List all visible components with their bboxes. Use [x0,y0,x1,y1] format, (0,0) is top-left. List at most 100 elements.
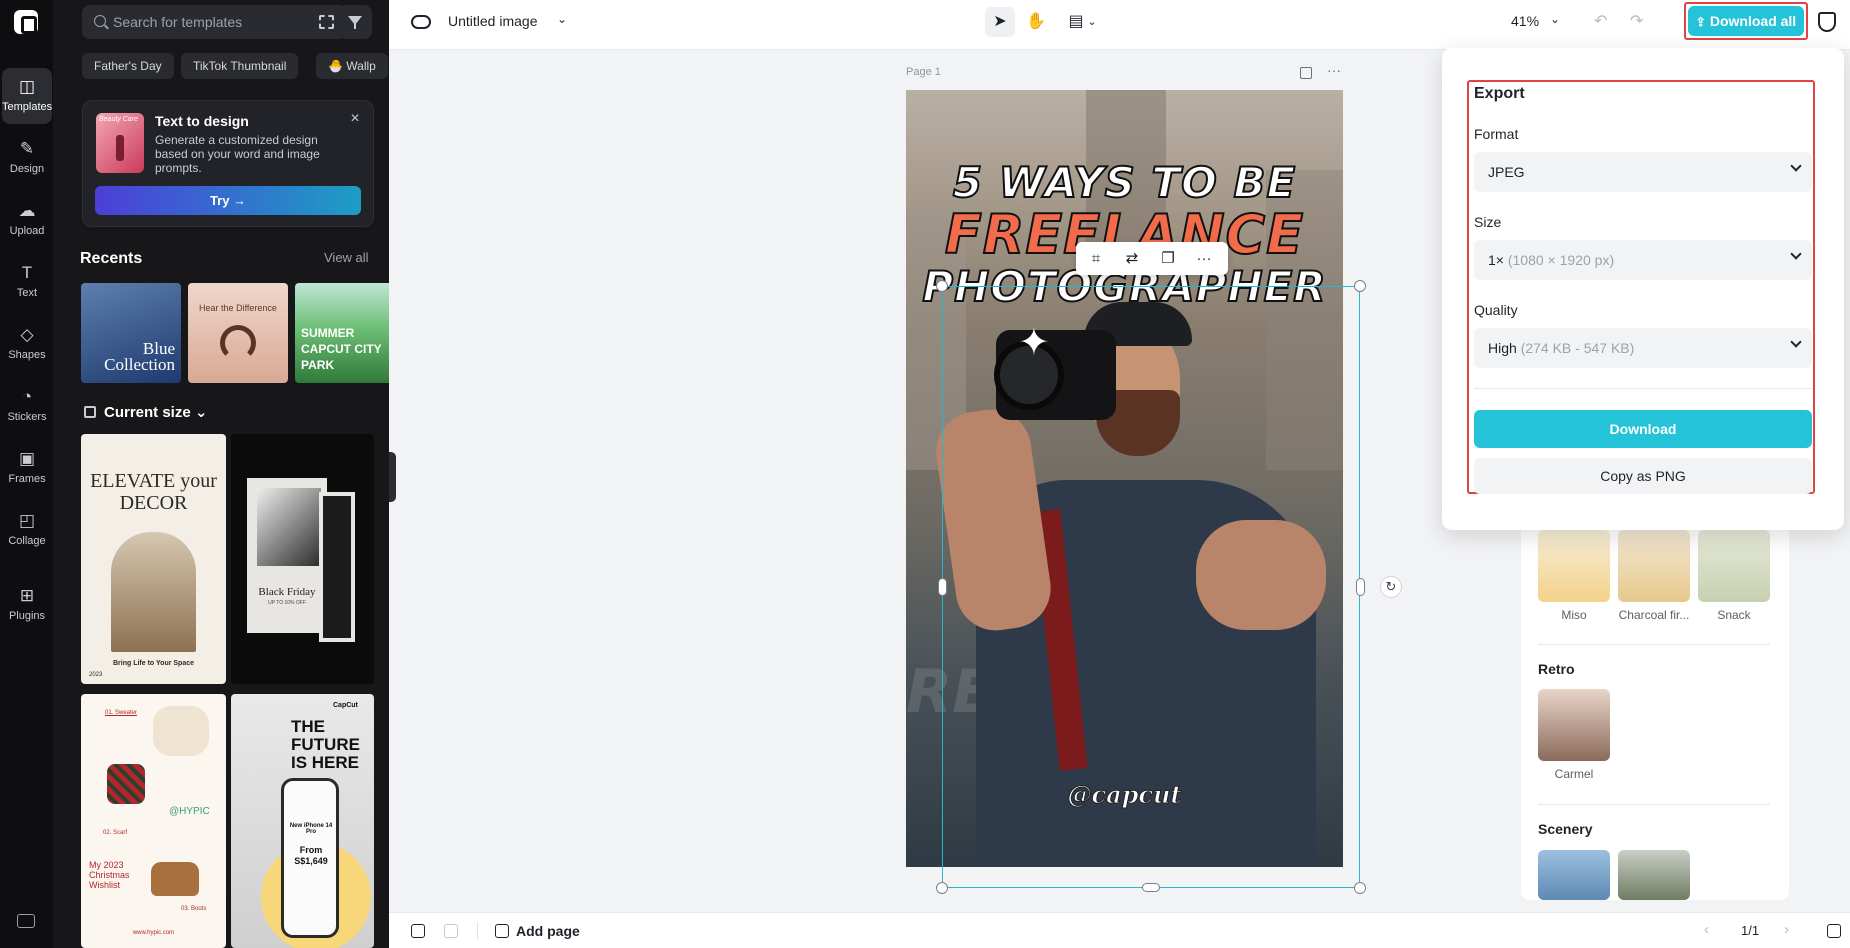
template-card[interactable]: ELEVATE your DECOR Bring Life to Your Sp… [81,434,226,684]
chevron-down-icon[interactable]: ⌄ [1550,12,1560,26]
headline-line-1[interactable]: 5 WAYS TO BE [906,157,1343,208]
rail-item-templates[interactable]: ◫ Templates [2,68,52,124]
duplicate-page-icon[interactable] [1300,67,1312,79]
try-button[interactable]: Try → [95,186,361,215]
next-page-icon[interactable]: › [1784,921,1789,938]
filter-thumbnail-scenery[interactable] [1538,850,1610,900]
filter-thumbnail-snack[interactable] [1698,530,1770,602]
top-toolbar: Untitled image ⌄ ➤ ✋ ▤ ⌄ 41% ⌄ ↶ ↷ ⇪ Down… [389,0,1850,50]
rail-item-upload[interactable]: ☁ Upload [2,192,52,248]
rail-item-collage[interactable]: ◰ Collage [2,502,52,558]
pages-panel-icon[interactable] [1827,924,1841,938]
recent-item[interactable]: SUMMER CAPCUT CITY PARK [295,283,389,383]
resize-handle-bottom-right[interactable] [1354,882,1366,894]
copy-icon[interactable]: ❐ [1158,249,1178,269]
filter-thumbnail-miso[interactable] [1538,530,1610,602]
text-to-design-description: Generate a customized design based on yo… [155,133,320,175]
frames-icon: ▣ [18,449,36,468]
rail-item-stickers[interactable]: ◔ Stickers [2,378,52,434]
document-title[interactable]: Untitled image [448,13,538,29]
previous-page-icon[interactable]: ‹ [1704,921,1709,938]
rail-item-text[interactable]: T Text [2,254,52,310]
text-icon: T [21,263,33,282]
search-input[interactable] [113,5,303,39]
size-select[interactable]: 1× (1080 × 1920 px) [1474,240,1812,280]
resize-handle-bottom[interactable] [1142,883,1160,892]
recent-item[interactable]: Hear the Difference [188,283,288,383]
quality-select[interactable]: High (274 KB - 547 KB) [1474,328,1812,368]
undo-icon[interactable]: ↶ [1594,11,1607,31]
text-to-design-card: Beauty Care Text to design Generate a cu… [82,100,374,227]
filter-label: Carmel [1554,767,1594,781]
template-tag: @HYPIC [169,806,210,817]
resize-handle-bottom-left[interactable] [936,882,948,894]
add-page-button[interactable]: Add page [495,923,580,939]
current-size-dropdown[interactable]: Current size ⌄ [84,403,207,421]
resize-handle-right[interactable] [1356,578,1365,596]
collapse-panel-handle[interactable] [389,452,396,502]
rail-item-frames[interactable]: ▣ Frames [2,440,52,496]
rotate-icon[interactable]: ↻ [1380,576,1402,598]
cloud-save-icon[interactable] [411,15,431,29]
resize-handle-left[interactable] [938,578,947,596]
select-tool-icon[interactable]: ➤ [985,7,1015,37]
headphones-image [220,325,256,361]
template-card[interactable]: CapCut THE FUTURE IS HERE New iPhone 14 … [231,694,374,948]
more-options-icon[interactable]: ··· [1327,62,1341,78]
stickers-icon: ◔ [21,387,33,406]
view-all-link[interactable]: View all [324,250,369,265]
text-to-design-thumbnail: Beauty Care [96,113,144,173]
image-search-icon[interactable] [319,15,334,29]
rail-item-plugins[interactable]: ⊞ Plugins [2,577,52,633]
chevron-down-icon[interactable]: ⌄ [1085,7,1099,37]
filter-thumbnail-carmel[interactable] [1538,689,1610,761]
rail-item-label: Upload [9,225,45,237]
template-url: www.hypic.com [132,930,175,936]
more-options-icon[interactable]: ··· [1194,249,1214,269]
template-year: 2023 [89,672,103,678]
resize-handle-top-right[interactable] [1354,280,1366,292]
capcut-logo-icon[interactable] [14,10,38,34]
close-icon[interactable]: × [348,111,362,127]
replace-image-icon[interactable]: ⇄ [1122,249,1142,269]
recent-item-text: Hear the Difference [199,303,277,313]
text-to-design-title: Text to design [155,113,249,129]
crop-icon[interactable]: ⌗ [1086,249,1106,269]
phone-image: New iPhone 14 Pro From S$1,649 [281,778,339,938]
divider [1538,644,1770,645]
chevron-down-icon[interactable]: ⌄ [557,12,567,26]
zoom-level[interactable]: 41% [1511,13,1539,29]
keyboard-shortcuts-icon[interactable] [17,914,35,928]
template-list-item: 03. Boots [181,906,207,912]
size-label: Size [1474,214,1502,230]
thumbnail-caption: Beauty Care [99,116,138,123]
filter-icon[interactable] [338,5,372,39]
recent-item[interactable]: Blue Collection [81,283,181,383]
chip-fathers-day[interactable]: Father's Day [82,53,174,79]
hand-tool-icon[interactable]: ✋ [1021,7,1051,37]
template-card[interactable]: Black Friday UP TO 10% OFF [231,434,374,684]
template-card[interactable]: 01. Sweater @HYPIC 02. Scarf My 2023 Chr… [81,694,226,948]
format-select[interactable]: JPEG [1474,152,1812,192]
chip-tiktok-thumbnail[interactable]: TikTok Thumbnail [181,53,299,79]
filter-thumbnail-charcoal[interactable] [1618,530,1690,602]
download-button[interactable]: Download [1474,410,1812,448]
shield-check-icon[interactable] [1818,12,1836,32]
template-brand: CapCut [333,702,358,709]
size-detail: (1080 × 1920 px) [1507,252,1615,268]
templates-panel: Father's Day TikTok Thumbnail 🐣 Wallp Be… [53,0,389,948]
copy-as-png-button[interactable]: Copy as PNG [1474,458,1812,494]
chip-wallpaper[interactable]: 🐣 Wallp [316,53,388,79]
trash-icon[interactable] [444,924,458,938]
design-icon: ✎ [19,139,35,158]
template-list-item: 01. Sweater [105,710,138,716]
duplicate-page-icon[interactable] [411,924,425,938]
redo-icon[interactable]: ↷ [1630,11,1643,31]
rail-item-shapes[interactable]: ◇ Shapes [2,316,52,372]
resize-handle-top-left[interactable] [936,280,948,292]
rail-item-design[interactable]: ✎ Design [2,130,52,186]
rail-item-label: Design [9,163,45,175]
template-list-item: 02. Scarf [103,830,128,836]
filter-thumbnail-scenery[interactable] [1618,850,1690,900]
rail-item-label: Stickers [7,411,47,423]
